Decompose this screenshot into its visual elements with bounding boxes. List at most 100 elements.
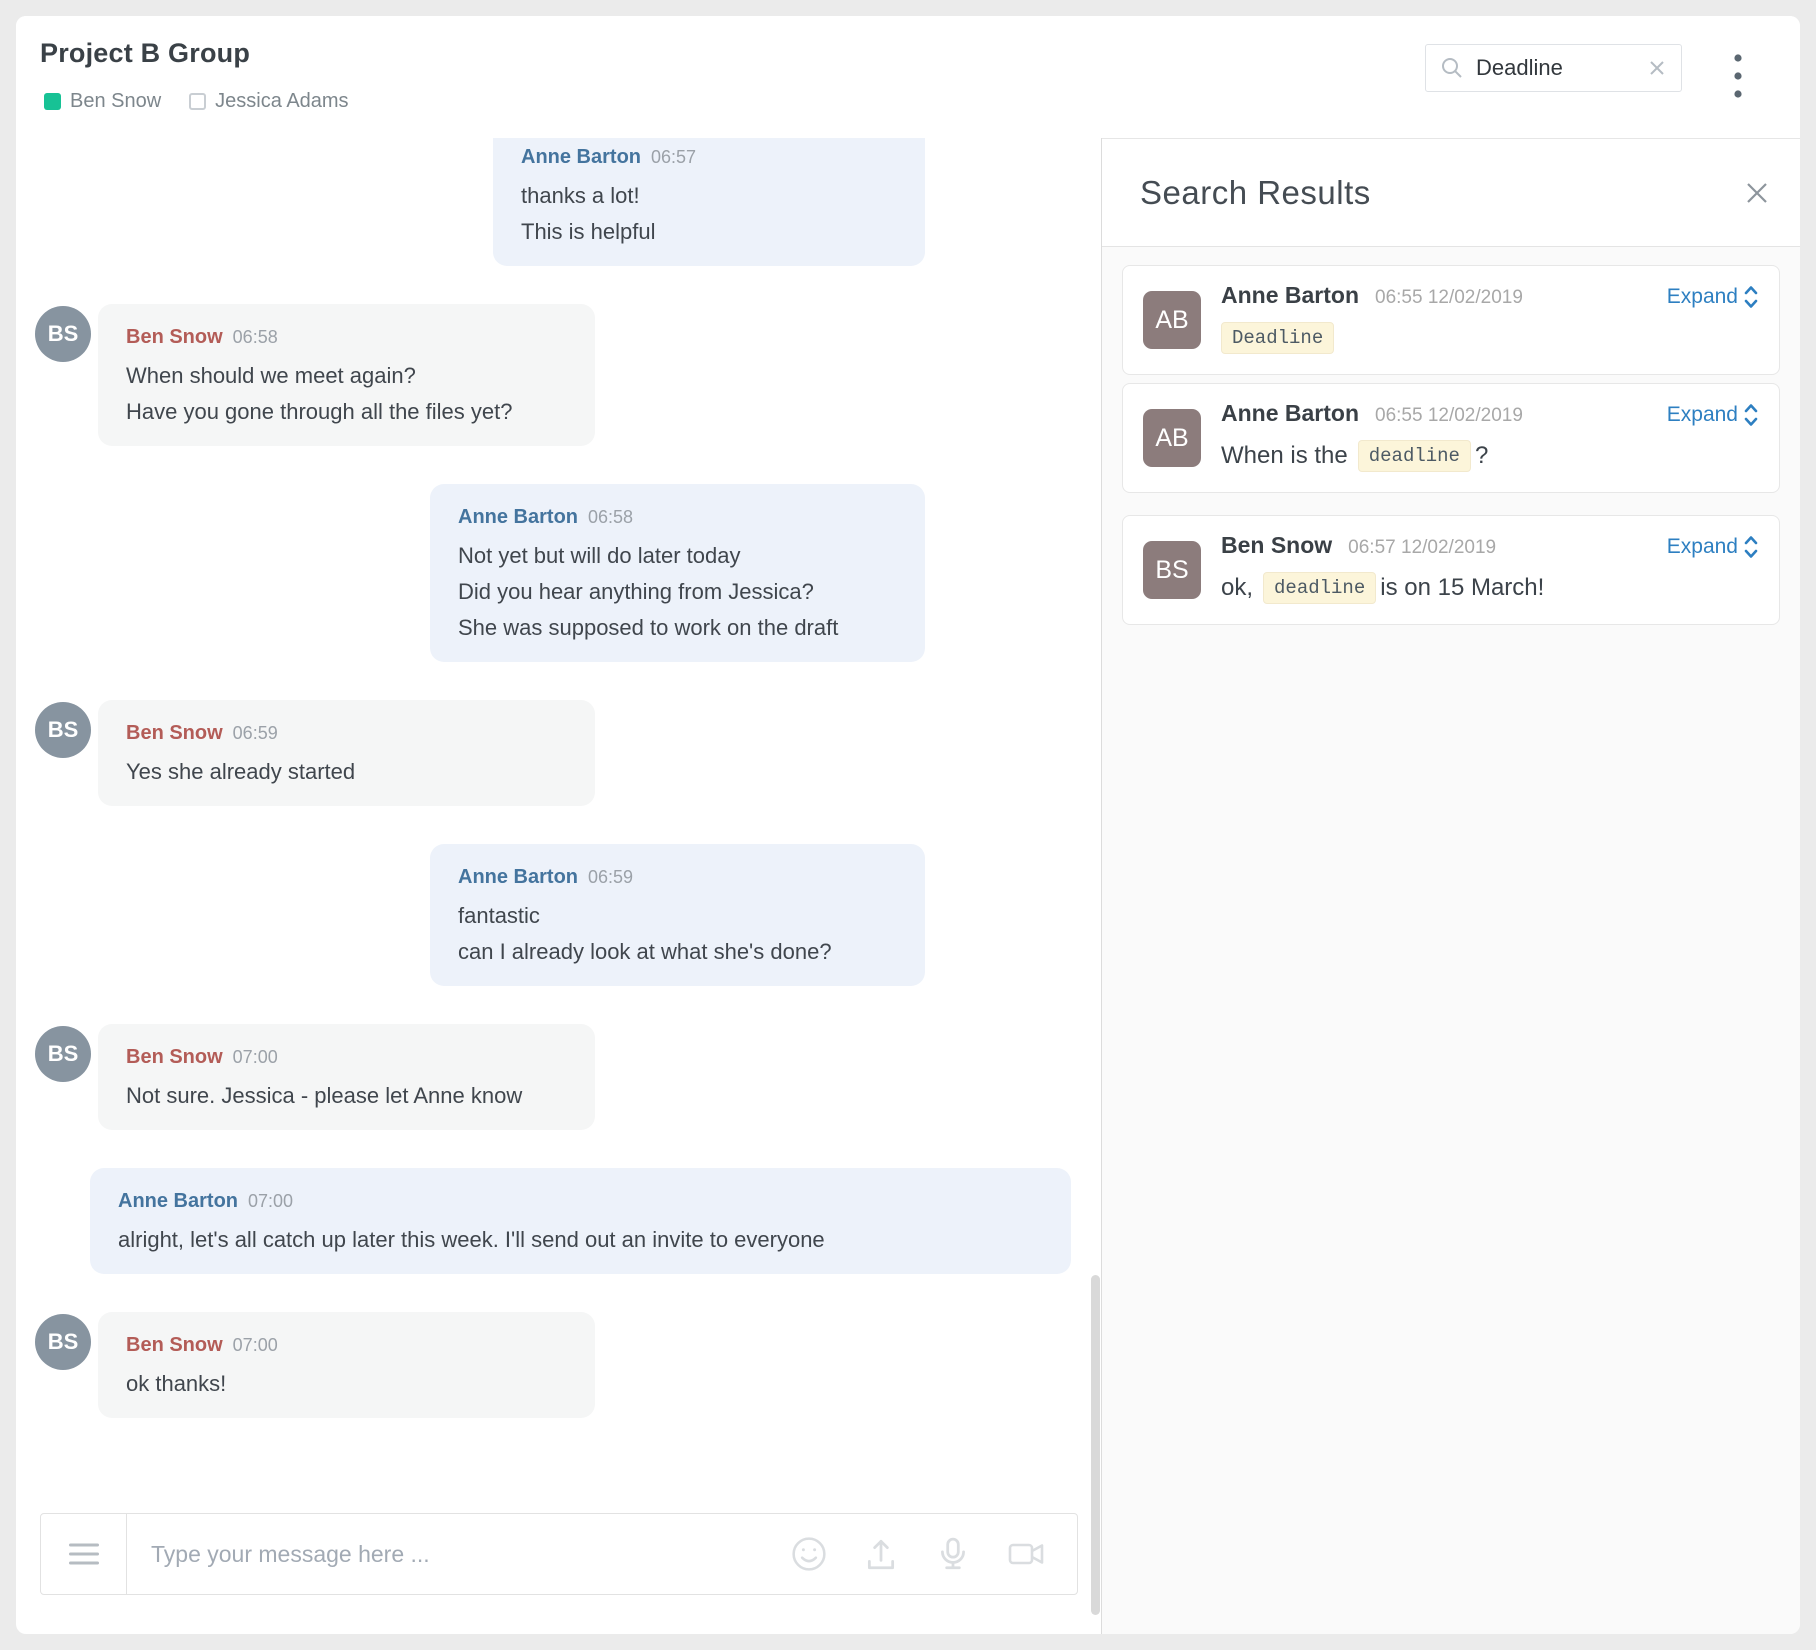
avatar[interactable]: BS: [35, 306, 91, 362]
expand-label: Expand: [1667, 285, 1738, 309]
message-line: fantastic: [458, 898, 897, 934]
participant-list: Ben SnowJessica Adams: [44, 90, 349, 113]
avatar[interactable]: BS: [35, 1026, 91, 1082]
search-result-card[interactable]: BSBen Snow06:57 12/02/2019Expandok,deadl…: [1122, 515, 1780, 625]
message-line: alright, let's all catch up later this w…: [118, 1222, 1043, 1258]
message-line: Not sure. Jessica - please let Anne know: [126, 1078, 567, 1114]
message-author: Ben Snow: [126, 326, 223, 348]
result-top-row: Ben Snow06:57 12/02/2019Expand: [1221, 532, 1759, 561]
message-line: thanks a lot!: [521, 178, 897, 214]
message-author: Anne Barton: [458, 866, 578, 888]
upload-icon[interactable]: [863, 1536, 899, 1572]
clear-icon[interactable]: [1647, 58, 1667, 78]
message-line: This is helpful: [521, 214, 897, 250]
search-result-card[interactable]: ABAnne Barton06:55 12/02/2019ExpandWhen …: [1122, 383, 1780, 493]
search-box[interactable]: [1425, 44, 1682, 92]
participant-jessica-adams: Jessica Adams: [189, 90, 348, 113]
message-head: Ben Snow06:59: [126, 722, 567, 745]
avatar[interactable]: BS: [35, 702, 91, 758]
result-top-row: Anne Barton06:55 12/02/2019Expand: [1221, 400, 1759, 429]
message-head: Anne Barton 06:59: [458, 866, 897, 889]
message-line: Yes she already started: [126, 754, 567, 790]
expand-button[interactable]: Expand: [1667, 401, 1759, 429]
message-bubble: Ben Snow07:00ok thanks!: [98, 1312, 595, 1418]
result-top-row: Anne Barton 06:55 12/02/2019 Expand: [1221, 282, 1759, 311]
message-bubble: Anne Barton06:58Not yet but will do late…: [430, 484, 925, 662]
search-result-card[interactable]: AB Anne Barton 06:55 12/02/2019 Expand Deadl…: [1122, 265, 1780, 375]
message-composer: [40, 1513, 1078, 1595]
presence-indicator: [44, 93, 61, 110]
message-row: BS Ben Snow 07:00 Not sure. Jessica - pleas…: [16, 1024, 1101, 1130]
message-line: Did you hear anything from Jessica?: [458, 574, 897, 610]
message-line: can I already look at what she's done?: [458, 934, 897, 970]
message-row: Anne Barton06:58Not yet but will do late…: [16, 484, 1101, 662]
message-bubble: Anne Barton 06:57 thanks a lot!This is hel…: [493, 138, 925, 266]
expand-button[interactable]: Expand: [1667, 533, 1759, 561]
message-head: Ben Snow07:00: [126, 1334, 567, 1357]
message-time: 07:00: [248, 1191, 293, 1211]
panel-title: Search Results: [1140, 174, 1371, 212]
result-body: Ben Snow06:57 12/02/2019Expandok,deadlin…: [1221, 532, 1759, 608]
message-author: Anne Barton: [521, 146, 641, 168]
message-time: 06:58: [233, 327, 278, 347]
microphone-icon[interactable]: [935, 1536, 971, 1572]
search-results-panel: Search Results AB Anne Barton 06:55 12/02/…: [1102, 138, 1800, 1634]
message-line: When should we meet again?: [126, 358, 567, 394]
message-time: 07:00: [233, 1047, 278, 1067]
expand-chevrons-icon: [1743, 401, 1759, 429]
result-text: When is the deadline?: [1221, 440, 1759, 472]
avatar[interactable]: AB: [1143, 291, 1201, 349]
result-text-fragment: When is the: [1221, 442, 1348, 470]
emoji-icon[interactable]: [791, 1536, 827, 1572]
chat-header: Project B Group Ben SnowJessica Adams: [16, 16, 1800, 138]
avatar[interactable]: BS: [1143, 541, 1201, 599]
result-text-fragment: ?: [1475, 442, 1488, 470]
highlighted-keyword: Deadline: [1221, 322, 1334, 354]
result-timestamp: 06:55 12/02/2019: [1375, 405, 1523, 427]
message-time: 07:00: [233, 1335, 278, 1355]
result-text: Deadline: [1221, 322, 1759, 354]
message-time: 06:59: [588, 867, 633, 887]
message-row: Anne Barton 06:57 thanks a lot!This is hel…: [16, 138, 1101, 266]
message-line: Not yet but will do later today: [458, 538, 897, 574]
search-icon: [1440, 56, 1464, 80]
message-bubble: Anne Barton 06:59 fantasticcan I already l…: [430, 844, 925, 986]
search-input[interactable]: [1476, 55, 1647, 81]
expand-button[interactable]: Expand: [1667, 283, 1759, 311]
message-head: Anne Barton 07:00: [118, 1190, 1043, 1213]
panel-header: Search Results: [1102, 139, 1800, 247]
chat-scrollbar[interactable]: [1091, 1275, 1100, 1615]
close-icon[interactable]: [1744, 180, 1770, 206]
result-text: ok,deadlineis on 15 March!: [1221, 572, 1759, 604]
expand-label: Expand: [1667, 403, 1738, 427]
message-row: BSBen Snow07:00ok thanks!: [16, 1312, 1101, 1418]
expand-chevrons-icon: [1743, 533, 1759, 561]
avatar[interactable]: AB: [1143, 409, 1201, 467]
chat-area: Anne Barton 06:57 thanks a lot!This is hel…: [16, 138, 1101, 1513]
avatar[interactable]: BS: [35, 1314, 91, 1370]
message-input[interactable]: [127, 1514, 791, 1594]
message-time: 06:57: [651, 147, 696, 167]
kebab-menu-icon[interactable]: [1722, 48, 1754, 104]
result-author: Anne Barton: [1221, 282, 1359, 309]
message-author: Ben Snow: [126, 1046, 223, 1068]
result-body: Anne Barton 06:55 12/02/2019 Expand Deadlin…: [1221, 282, 1759, 358]
message-bubble: Ben Snow 07:00 Not sure. Jessica - please …: [98, 1024, 595, 1130]
message-line: She was supposed to work on the draft: [458, 610, 897, 646]
result-timestamp: 06:55 12/02/2019: [1375, 287, 1523, 309]
video-camera-icon[interactable]: [1007, 1536, 1047, 1572]
message-author: Anne Barton: [118, 1190, 238, 1212]
app-window: Project B Group Ben SnowJessica Adams An…: [16, 16, 1800, 1634]
message-time: 06:58: [588, 507, 633, 527]
expand-label: Expand: [1667, 535, 1738, 559]
message-row: Anne Barton 06:59 fantasticcan I already l…: [16, 844, 1101, 986]
result-timestamp: 06:57 12/02/2019: [1348, 537, 1496, 559]
highlighted-keyword: deadline: [1358, 440, 1471, 472]
result-text-fragment: is on 15 March!: [1380, 574, 1544, 602]
presence-indicator: [189, 93, 206, 110]
message-bubble: Ben Snow06:59 Yes she already started: [98, 700, 595, 806]
message-line: Have you gone through all the files yet?: [126, 394, 567, 430]
page-title: Project B Group: [40, 38, 250, 69]
result-list: AB Anne Barton 06:55 12/02/2019 Expand Deadl…: [1102, 247, 1800, 651]
hamburger-icon[interactable]: [41, 1514, 127, 1594]
